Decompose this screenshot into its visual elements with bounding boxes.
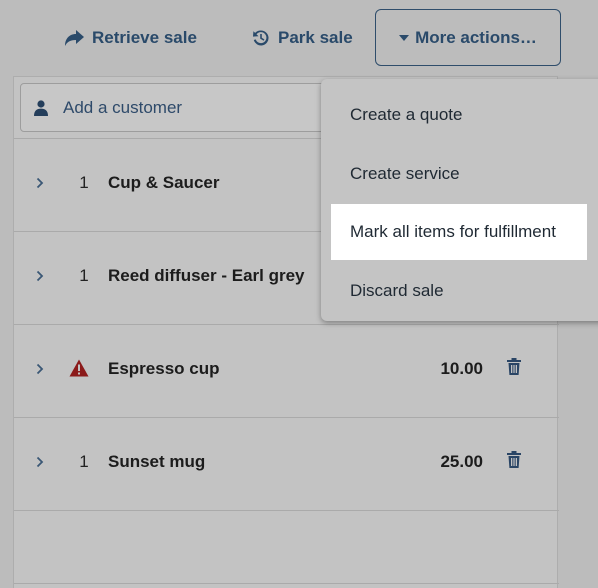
- caret-down-icon: [399, 34, 410, 41]
- trash-icon[interactable]: [507, 358, 521, 375]
- divider: [14, 583, 559, 588]
- history-icon: [253, 29, 269, 45]
- line-item-name: Espresso cup: [108, 359, 220, 378]
- menu-item-create-quote[interactable]: Create a quote: [331, 87, 587, 143]
- line-item-name: Sunset mug: [108, 452, 206, 471]
- menu-item-create-service[interactable]: Create service: [331, 146, 587, 202]
- park-sale-label: Park sale: [278, 27, 353, 47]
- chevron-right-icon[interactable]: [36, 177, 44, 189]
- line-item[interactable]: 1 Sunset mug 25.00: [14, 417, 559, 511]
- retrieve-sale-button[interactable]: Retrieve sale: [64, 9, 197, 66]
- menu-item-mark-fulfillment[interactable]: Mark all items for fulfillment: [331, 204, 587, 260]
- menu-item-discard-sale[interactable]: Discard sale: [331, 263, 587, 319]
- empty-row: [14, 510, 559, 588]
- line-item-price: 25.00: [440, 452, 483, 471]
- line-item[interactable]: Espresso cup 10.00: [14, 324, 559, 418]
- chevron-right-icon[interactable]: [36, 456, 44, 468]
- line-item-name: Cup & Saucer: [108, 173, 220, 192]
- chevron-right-icon[interactable]: [36, 363, 44, 375]
- user-icon: [34, 99, 48, 116]
- share-arrow-icon: [65, 29, 84, 46]
- more-actions-menu: Create a quote Create service Mark all i…: [321, 79, 598, 321]
- more-actions-button[interactable]: More actions…: [375, 9, 561, 66]
- line-item-qty: 1: [79, 452, 89, 471]
- more-actions-label: More actions…: [415, 27, 537, 47]
- line-item-qty: 1: [79, 266, 89, 285]
- add-customer-label: Add a customer: [63, 97, 183, 117]
- line-item-price: 10.00: [440, 359, 483, 378]
- warning-icon: [69, 359, 89, 377]
- line-item-qty: 1: [79, 173, 89, 192]
- park-sale-button[interactable]: Park sale: [252, 9, 353, 66]
- retrieve-sale-label: Retrieve sale: [92, 27, 197, 47]
- trash-icon[interactable]: [507, 451, 521, 468]
- line-item-name: Reed diffuser - Earl grey: [108, 266, 305, 285]
- chevron-right-icon[interactable]: [36, 270, 44, 282]
